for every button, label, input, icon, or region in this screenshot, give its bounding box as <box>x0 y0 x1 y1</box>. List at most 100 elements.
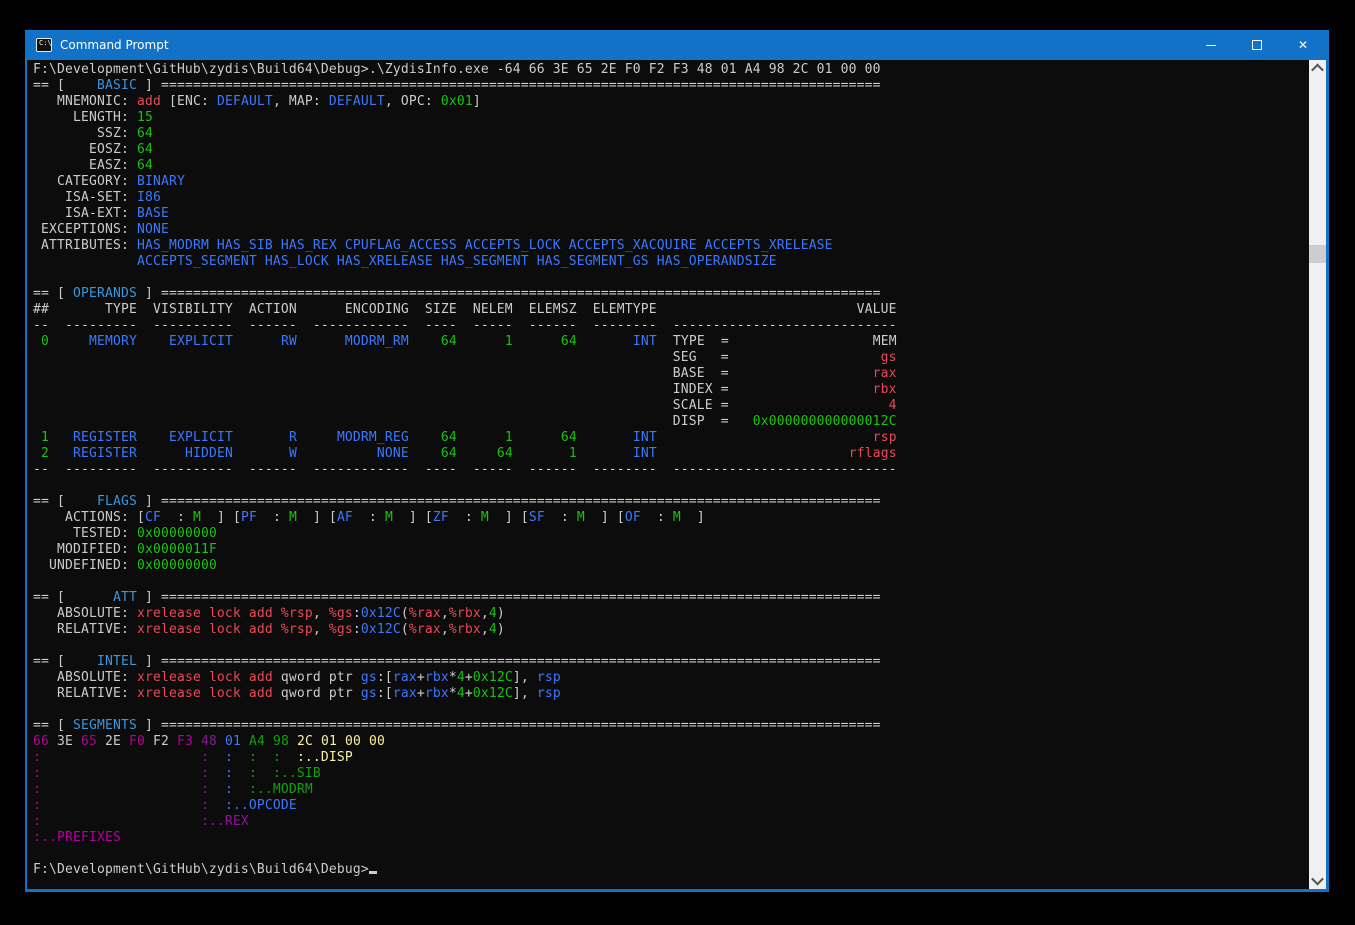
terminal-text-segment <box>233 782 249 797</box>
terminal-text-segment: SF <box>529 510 545 525</box>
terminal-text-segment <box>41 814 201 829</box>
terminal-text-segment: rbx <box>425 686 449 701</box>
terminal-text-segment <box>457 334 505 349</box>
terminal-text-segment: 64 <box>561 334 577 349</box>
terminal-text-segment: M <box>385 510 393 525</box>
terminal-text-segment: EXCEPTIONS: <box>33 222 137 237</box>
terminal-text-segment <box>33 446 41 461</box>
terminal-text-segment: :[ <box>377 686 393 701</box>
terminal-text-segment: ABSOLUTE: <box>33 670 137 685</box>
terminal-text-segment: W <box>289 446 297 461</box>
window-title: Command Prompt <box>60 38 169 52</box>
terminal-line: ACCEPTS_SEGMENT HAS_LOCK HAS_XRELEASE HA… <box>33 254 1309 270</box>
terminal-text-segment: INTEL <box>73 654 137 669</box>
close-button[interactable]: ✕ <box>1280 30 1326 60</box>
minimize-button[interactable] <box>1188 30 1234 60</box>
scroll-down-button[interactable] <box>1309 872 1326 889</box>
terminal-text-segment: 1 <box>505 334 513 349</box>
terminal-line: 66 3E 65 2E F0 F2 F3 48 01 A4 98 2C 01 0… <box>33 734 1309 750</box>
terminal-text-segment: : <box>33 814 41 829</box>
terminal-text-segment: : <box>225 750 233 765</box>
scroll-up-button[interactable] <box>1309 60 1326 77</box>
terminal-text-segment: 0x12C <box>361 606 401 621</box>
terminal-text-segment: :..SIB <box>273 766 321 781</box>
terminal-text-segment: :..OPCODE <box>225 798 297 813</box>
terminal-output[interactable]: F:\Development\GitHub\zydis\Build64\Debu… <box>27 60 1309 889</box>
terminal-text-segment <box>209 782 225 797</box>
terminal-text-segment: : <box>33 782 41 797</box>
terminal-text-segment: REGISTER <box>73 446 137 461</box>
terminal-text-segment: ] <box>681 510 705 525</box>
terminal-text-segment: add <box>137 94 161 109</box>
terminal-text-segment <box>577 334 633 349</box>
terminal-text-segment <box>49 334 89 349</box>
terminal-line: UNDEFINED: 0x00000000 <box>33 558 1309 574</box>
terminal-text-segment: M <box>673 510 681 525</box>
terminal-text-segment <box>217 734 225 749</box>
terminal-text-segment: ] ======================================… <box>137 494 881 509</box>
terminal-text-segment: HAS_MODRM HAS_SIB HAS_REX CPUFLAG_ACCESS… <box>137 238 833 253</box>
terminal-text-segment: ACTIONS: [ <box>33 510 145 525</box>
terminal-text-segment: : <box>273 750 281 765</box>
terminal-line: EASZ: 64 <box>33 158 1309 174</box>
terminal-line: == [ BASIC ] ===========================… <box>33 78 1309 94</box>
terminal-line: == [ ATT ] =============================… <box>33 590 1309 606</box>
terminal-text-segment <box>41 766 201 781</box>
terminal-text-segment: ] [ <box>489 510 529 525</box>
terminal-text-segment <box>657 430 873 445</box>
terminal-line: == [ INTEL ] ===========================… <box>33 654 1309 670</box>
terminal-line: RELATIVE: xrelease lock add %rsp, %gs:0x… <box>33 622 1309 638</box>
maximize-button[interactable] <box>1234 30 1280 60</box>
terminal-text-segment: %gs <box>329 622 353 637</box>
terminal-line: SSZ: 64 <box>33 126 1309 142</box>
terminal-text-segment: rsp <box>537 686 561 701</box>
terminal-text-segment: ) <box>497 606 505 621</box>
terminal-text-segment: :..PREFIXES <box>33 830 121 845</box>
chevron-up-icon <box>1311 64 1324 77</box>
terminal-text-segment: F2 <box>145 734 177 749</box>
terminal-text-segment: ACCEPTS_SEGMENT HAS_LOCK HAS_XRELEASE HA… <box>33 254 777 269</box>
terminal-text-segment: , <box>313 622 329 637</box>
terminal-text-segment: : <box>353 510 385 525</box>
terminal-text-segment: NONE <box>377 446 409 461</box>
terminal-line: MNEMONIC: add [ENC: DEFAULT, MAP: DEFAUL… <box>33 94 1309 110</box>
terminal-text-segment: 64 <box>441 430 457 445</box>
terminal-text-segment: , <box>441 606 449 621</box>
terminal-text-segment: EOSZ: <box>33 142 137 157</box>
terminal-line <box>33 574 1309 590</box>
terminal-text-segment: AF <box>337 510 353 525</box>
terminal-text-segment: 4 <box>489 606 497 621</box>
chevron-down-icon <box>1311 873 1324 886</box>
terminal-text-segment: ] ======================================… <box>137 286 881 301</box>
terminal-text-segment: ISA-EXT: <box>33 206 137 221</box>
terminal-text-segment <box>209 798 225 813</box>
terminal-text-segment: rsp <box>873 430 897 445</box>
terminal-text-segment: -- --------- ---------- ------ ---------… <box>33 462 897 477</box>
terminal-line <box>33 638 1309 654</box>
terminal-text-segment: == [ <box>33 718 73 733</box>
terminal-text-segment: qword ptr <box>273 686 361 701</box>
terminal-text-segment: OF <box>625 510 641 525</box>
terminal-text-segment: xrelease lock add <box>137 686 273 701</box>
terminal-text-segment: DEFAULT <box>217 94 273 109</box>
terminal-text-segment: 1 <box>41 430 49 445</box>
terminal-text-segment: 2E <box>97 734 129 749</box>
terminal-text-segment: INT <box>633 446 657 461</box>
terminal-text-segment: OPERANDS <box>73 286 137 301</box>
title-bar[interactable]: C:\ Command Prompt ✕ <box>27 30 1326 60</box>
terminal-line: EXCEPTIONS: NONE <box>33 222 1309 238</box>
terminal-text-segment: EASZ: <box>33 158 137 173</box>
terminal-text-segment: INT <box>633 334 657 349</box>
terminal-text-segment: xrelease lock add %rsp <box>137 606 313 621</box>
terminal-text-segment <box>297 446 377 461</box>
terminal-text-segment: 64 <box>137 158 153 173</box>
terminal-text-segment: 64 <box>561 430 577 445</box>
terminal-text-segment: MODRM_REG <box>337 430 409 445</box>
terminal-text-segment: : <box>201 782 209 797</box>
vertical-scrollbar[interactable] <box>1309 60 1326 889</box>
terminal-text-segment: rax <box>873 366 897 381</box>
terminal-text-segment: :..MODRM <box>249 782 313 797</box>
terminal-text-segment: RELATIVE: <box>33 622 137 637</box>
terminal-text-segment: , <box>481 622 489 637</box>
scrollbar-thumb[interactable] <box>1309 245 1326 263</box>
